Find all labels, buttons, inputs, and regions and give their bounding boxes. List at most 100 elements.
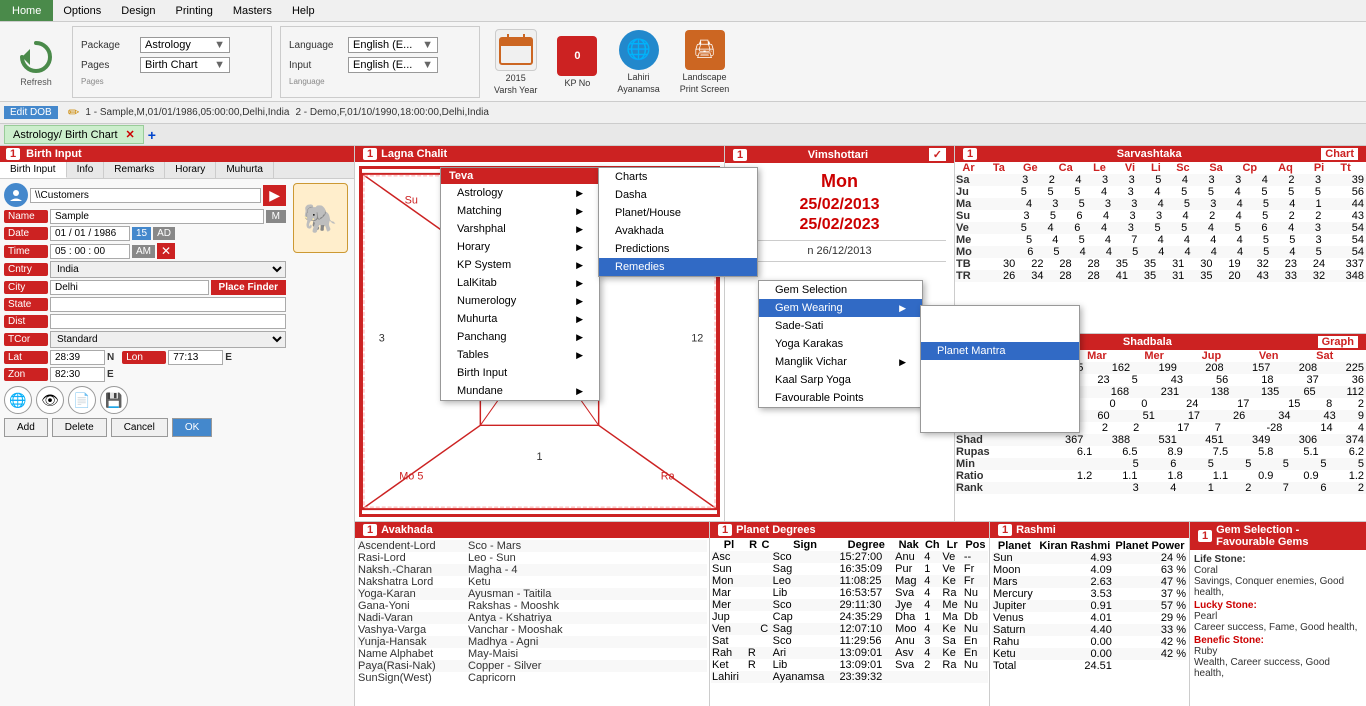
sub3-item-planet/nakshatra[interactable]: Planet/Nakshatra	[921, 324, 1079, 342]
refresh-button[interactable]: Refresh	[8, 26, 64, 98]
tab-horary[interactable]: Horary	[165, 162, 216, 178]
language-sublabel: Language	[289, 77, 471, 86]
tab-remarks[interactable]: Remarks	[104, 162, 165, 178]
time-input[interactable]	[50, 244, 130, 259]
shad-graph-label[interactable]: Graph	[1318, 336, 1358, 348]
sub2-item-sade-sati[interactable]: Sade-Sati	[759, 317, 922, 335]
state-input[interactable]	[50, 297, 286, 312]
tab-birth-input[interactable]: Birth Input	[0, 162, 67, 178]
sarv-chart-label[interactable]: Chart	[1321, 148, 1358, 160]
sub1-item-predictions[interactable]: Predictions	[599, 240, 757, 258]
sub3-item-lucky-stone[interactable]: Lucky Stone	[921, 396, 1079, 414]
zon-input[interactable]	[50, 367, 105, 382]
cancel-button[interactable]: Cancel	[111, 418, 168, 437]
menu-printing[interactable]: Printing	[166, 0, 223, 21]
edit-dob-button[interactable]: Edit DOB	[4, 106, 58, 119]
sub2-item-manglik-vichar[interactable]: Manglik Vichar▶	[759, 353, 922, 371]
avakhada-row: Rasi-LordLeo - Sun	[357, 552, 707, 564]
ganesha-image: 🐘	[293, 183, 348, 253]
place-finder-button[interactable]: Place Finder	[211, 280, 286, 295]
sub2-item-favourable-points[interactable]: Favourable Points	[759, 389, 922, 407]
save-btn[interactable]: 💾	[100, 386, 128, 414]
svg-text:Mo 5: Mo 5	[399, 471, 423, 483]
menu-options[interactable]: Options	[53, 0, 111, 21]
file-btn[interactable]: 📄	[68, 386, 96, 414]
time-clear-btn[interactable]: ✕	[157, 243, 175, 259]
package-dropdown[interactable]: Astrology ▼	[140, 37, 230, 53]
avakhada-row: Name AlphabetMay-Maisi	[357, 648, 707, 660]
ok-button[interactable]: OK	[172, 418, 212, 437]
name-input[interactable]	[50, 209, 264, 224]
sub1-item-charts[interactable]: Charts	[599, 168, 757, 186]
date-row: Date 15 AD	[4, 226, 286, 241]
tab-muhurta[interactable]: Muhurta	[216, 162, 274, 178]
landscape-icon-group[interactable]: 🖨 Landscape Print Screen	[674, 26, 736, 98]
astro-tab[interactable]: Astrology/ Birth Chart ✕	[4, 125, 144, 144]
lon-dir: E	[225, 352, 232, 363]
rashmi-header-row: PlanetKiran RashmiPlanet Power	[992, 540, 1187, 552]
lahiri-icon-group[interactable]: 🌐 Lahiri Ayanamsa	[611, 26, 665, 98]
sub1-item-planet/house[interactable]: Planet/House	[599, 204, 757, 222]
ctx-item-tables[interactable]: Tables▶	[441, 346, 599, 364]
pages-dropdown[interactable]: Birth Chart ▼	[140, 57, 230, 73]
toolbar: Refresh Package Astrology ▼ Pages Birth …	[0, 22, 1366, 102]
ctx-item-astrology[interactable]: Astrology▶	[441, 184, 599, 202]
rashmi-number: 1	[998, 524, 1012, 536]
ctx-item-kp-system[interactable]: KP System▶	[441, 256, 599, 274]
sub3-item-items-to-donate[interactable]: Items To Donate	[921, 378, 1079, 396]
sub1-item-avakhada[interactable]: Avakhada	[599, 222, 757, 240]
tcor-select[interactable]: Standard	[50, 331, 286, 348]
add-button[interactable]: Add	[4, 418, 48, 437]
ctx-item-horary[interactable]: Horary▶	[441, 238, 599, 256]
dist-input[interactable]	[50, 314, 286, 329]
ctx-item-birth-input[interactable]: Birth Input	[441, 364, 599, 382]
add-tab-button[interactable]: +	[148, 127, 156, 143]
eye-btn[interactable]: 👁	[36, 386, 64, 414]
lahiri-label: Lahiri	[628, 72, 650, 82]
name-label: Name	[4, 210, 48, 223]
lon-input[interactable]	[168, 350, 223, 365]
sub1-item-remedies[interactable]: Remedies	[599, 258, 757, 276]
gem-header: 1 Gem Selection - Favourable Gems	[1190, 522, 1366, 550]
pd-row: VenCSag12:07:10Moo4KeNu	[711, 623, 988, 635]
delete-button[interactable]: Delete	[52, 418, 107, 437]
sub2-item-gem-selection[interactable]: Gem Selection	[759, 281, 922, 299]
ctx-item-mundane[interactable]: Mundane▶	[441, 382, 599, 400]
path-btn[interactable]: ▶	[263, 185, 286, 206]
ctx-item-panchang[interactable]: Panchang▶	[441, 328, 599, 346]
ctx-item-numerology[interactable]: Numerology▶	[441, 292, 599, 310]
sub2-item-kaal-sarp-yoga[interactable]: Kaal Sarp Yoga	[759, 371, 922, 389]
ctx-item-lalkitab[interactable]: LalKitab▶	[441, 274, 599, 292]
menu-masters[interactable]: Masters	[223, 0, 282, 21]
ctx-item-varshphal[interactable]: Varshphal▶	[441, 220, 599, 238]
astro-tab-close[interactable]: ✕	[126, 128, 135, 141]
sub2-item-yoga-karakas[interactable]: Yoga Karakas	[759, 335, 922, 353]
menu-home[interactable]: Home	[0, 0, 53, 21]
tab-info[interactable]: Info	[67, 162, 105, 178]
ctx-item-matching[interactable]: Matching▶	[441, 202, 599, 220]
language-dropdown[interactable]: English (E... ▼	[348, 37, 438, 53]
kp-icon-group[interactable]: 0 KP No	[551, 32, 603, 92]
city-input[interactable]	[50, 280, 209, 295]
ctx-item-muhurta[interactable]: Muhurta▶	[441, 310, 599, 328]
menu-help[interactable]: Help	[282, 0, 325, 21]
date-input[interactable]	[50, 226, 130, 241]
sub3-item-planet-mantra[interactable]: Planet Mantra	[921, 342, 1079, 360]
avakh-title: Avakhada	[381, 524, 433, 536]
sub3-item-metal/finger/day[interactable]: Metal/Finger/Day	[921, 306, 1079, 324]
path-icon	[4, 183, 28, 207]
menu-design[interactable]: Design	[111, 0, 165, 21]
path-input[interactable]	[30, 188, 261, 203]
input-dropdown[interactable]: English (E... ▼	[348, 57, 438, 73]
globe-btn[interactable]: 🌐	[4, 386, 32, 414]
name-m-btn[interactable]: M	[266, 210, 286, 223]
sub1-item-dasha[interactable]: Dasha	[599, 186, 757, 204]
sub3-item-contradict-stone[interactable]: Contradict. Stone	[921, 360, 1079, 378]
year-icon-group[interactable]: 2015 Varsh Year	[488, 25, 543, 99]
pencil-icon[interactable]: ✏	[68, 104, 80, 121]
sub2-item-gem-wearing[interactable]: Gem Wearing▶	[759, 299, 922, 317]
sub3-item-introduction[interactable]: Introduction	[921, 414, 1079, 432]
lat-input[interactable]	[50, 350, 105, 365]
vimsh-check[interactable]: ✓	[929, 148, 946, 161]
country-select[interactable]: India	[50, 261, 286, 278]
